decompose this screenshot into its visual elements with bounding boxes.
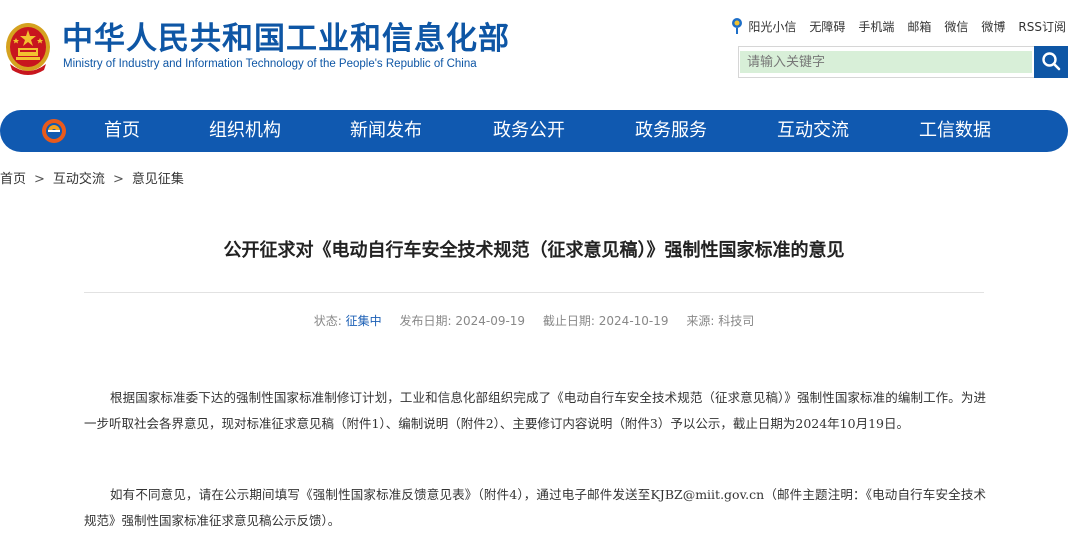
- breadcrumb-interaction[interactable]: 互动交流: [53, 172, 105, 187]
- nav-news[interactable]: 新闻发布: [350, 110, 422, 152]
- publish-date-label: 发布日期:: [399, 314, 452, 328]
- breadcrumb-consultation[interactable]: 意见征集: [132, 172, 184, 187]
- search-icon: [1041, 51, 1061, 74]
- status-label: 状态:: [313, 314, 342, 328]
- breadcrumb-separator: >: [34, 172, 45, 187]
- article-paragraph-1: 根据国家标准委下达的强制性国家标准制修订计划，工业和信息化部组织完成了《电动自行…: [84, 390, 986, 431]
- title-divider: [84, 292, 984, 293]
- top-link-sunshine[interactable]: 阳光小信: [748, 18, 796, 35]
- nav-organization[interactable]: 组织机构: [209, 110, 281, 152]
- breadcrumb-separator: >: [112, 172, 124, 187]
- deadline-date: 2024-10-19: [598, 314, 669, 328]
- source-label: 来源:: [686, 314, 715, 328]
- article-meta: 状态: 征集中 发布日期: 2024-09-19 截止日期: 2024-10-1…: [84, 312, 984, 329]
- breadcrumb: 首页 > 互动交流 > 意见征集: [0, 168, 184, 187]
- search-button[interactable]: [1034, 46, 1068, 78]
- nav-gov-services[interactable]: 政务服务: [635, 110, 707, 152]
- site-title-en: Ministry of Industry and Information Tec…: [63, 58, 477, 70]
- nav-home[interactable]: 首页: [104, 110, 140, 152]
- search-input[interactable]: [740, 51, 1032, 73]
- top-link-mail[interactable]: 邮箱: [907, 18, 931, 35]
- main-nav: 首页 组织机构 新闻发布 政务公开 政务服务 互动交流 工信数据: [0, 110, 1068, 152]
- status-badge: 征集中: [345, 314, 382, 328]
- breadcrumb-home[interactable]: 首页: [0, 172, 26, 187]
- publish-date: 2024-09-19: [455, 314, 526, 328]
- article-title: 公开征求对《电动自行车安全技术规范（征求意见稿）》强制性国家标准的意见: [223, 240, 845, 261]
- top-link-weibo[interactable]: 微博: [981, 18, 1005, 35]
- miit-logo-icon: [40, 117, 68, 145]
- nav-data[interactable]: 工信数据: [919, 110, 991, 152]
- ministry-emblem: [4, 20, 52, 76]
- top-links: 阳光小信 无障碍 手机端 邮箱 微信 微博 RSS订阅: [730, 16, 1066, 36]
- top-link-accessibility[interactable]: 无障碍: [809, 18, 845, 35]
- article-paragraph-2: 如有不同意见，请在公示期间填写《强制性国家标准反馈意见表》（附件4），通过电子邮…: [84, 487, 986, 528]
- top-link-mobile[interactable]: 手机端: [858, 18, 894, 35]
- sunshine-icon: [730, 17, 744, 35]
- top-link-rss[interactable]: RSS订阅: [1018, 18, 1066, 35]
- deadline-label: 截止日期:: [542, 314, 595, 328]
- nav-gov-affairs[interactable]: 政务公开: [493, 110, 565, 152]
- top-link-wechat[interactable]: 微信: [944, 18, 968, 35]
- nav-interaction[interactable]: 互动交流: [777, 110, 849, 152]
- site-title-cn: 中华人民共和国工业和信息化部: [62, 21, 510, 57]
- source-value: 科技司: [718, 314, 755, 328]
- search-box: [738, 46, 1068, 78]
